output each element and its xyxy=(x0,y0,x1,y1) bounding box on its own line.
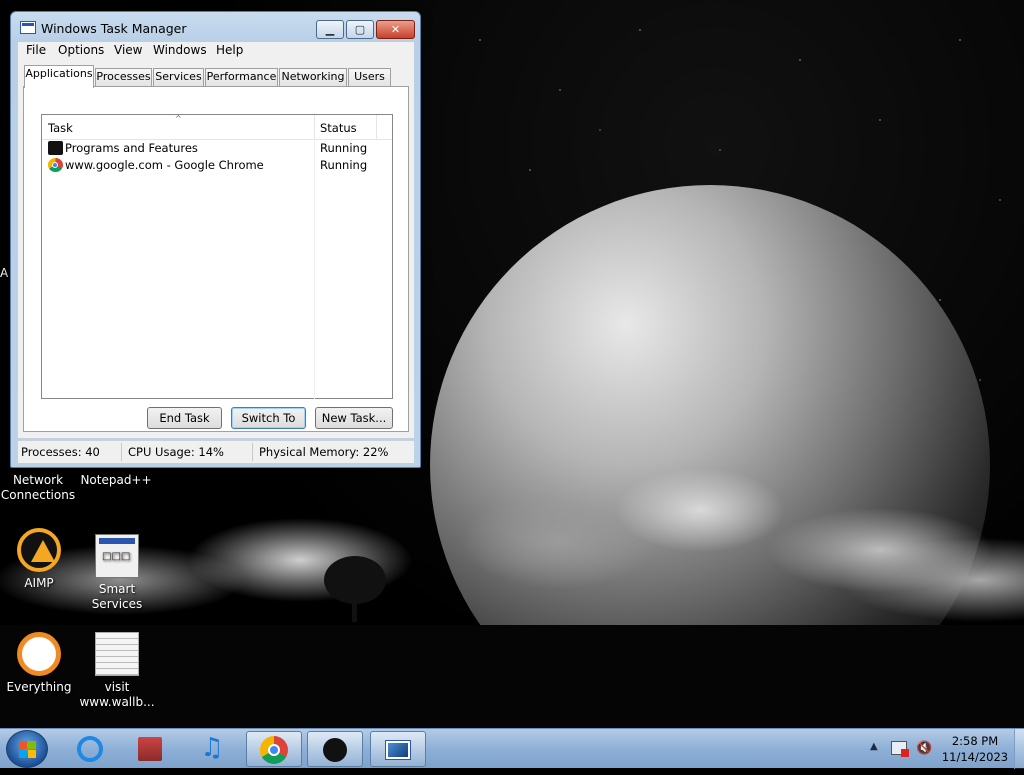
maximize-button[interactable]: ▢ xyxy=(346,20,374,39)
desktop-icon-network-connections[interactable]: Network Connections xyxy=(0,473,76,503)
end-task-button[interactable]: End Task xyxy=(147,407,222,429)
system-clock[interactable]: 2:58 PM 11/14/2023 xyxy=(940,733,1010,765)
desktop-icon-label: Notepad++ xyxy=(80,473,152,487)
desktop-icon-everything[interactable]: Everything xyxy=(1,632,77,695)
task-status: Running xyxy=(320,158,368,172)
column-separator xyxy=(314,139,315,399)
desktop-icon-label: visit www.wallb... xyxy=(79,680,155,709)
desktop-icon-label: Everything xyxy=(6,680,72,694)
status-bar: Processes: 40 CPU Usage: 14% Physical Me… xyxy=(18,440,414,463)
desktop-icon-label: AIMP xyxy=(24,576,54,590)
taskbar: ♫ ▲ 🔇 2:58 PM 11/14/2023 xyxy=(0,728,1024,769)
taskbar-programs-and-features[interactable] xyxy=(307,731,363,767)
taskbar-task-manager[interactable] xyxy=(370,731,426,767)
programs-features-icon xyxy=(323,738,347,762)
chrome-icon xyxy=(260,736,288,764)
programs-features-icon xyxy=(48,141,63,155)
taskbar-internet-explorer[interactable] xyxy=(62,731,118,767)
menu-file[interactable]: File xyxy=(26,43,46,57)
status-divider xyxy=(121,443,122,461)
column-header-status[interactable]: Status xyxy=(320,121,357,135)
menu-help[interactable]: Help xyxy=(216,43,243,57)
status-divider xyxy=(252,443,253,461)
sort-indicator-icon: ^ xyxy=(175,114,182,123)
close-button[interactable]: ✕ xyxy=(376,20,415,39)
task-name: Programs and Features xyxy=(65,141,198,155)
desktop-icon-label: Network Connections xyxy=(0,473,76,502)
chrome-icon xyxy=(48,158,63,172)
task-name: www.google.com - Google Chrome xyxy=(65,158,264,172)
column-divider[interactable] xyxy=(376,115,377,139)
task-list[interactable]: Task ^ Status Programs and Features Runn… xyxy=(41,114,393,399)
cpu-usage: CPU Usage: 14% xyxy=(128,445,224,459)
tab-processes[interactable]: Processes xyxy=(95,68,152,86)
column-divider[interactable] xyxy=(314,115,315,139)
processes-count: Processes: 40 xyxy=(21,445,100,459)
menu-options[interactable]: Options xyxy=(58,43,104,57)
task-row[interactable]: www.google.com - Google Chrome Running xyxy=(42,157,392,174)
taskbar-google-chrome[interactable] xyxy=(246,731,302,767)
desktop-icon-aimp[interactable]: AIMP xyxy=(1,528,77,591)
tab-services[interactable]: Services xyxy=(153,68,204,86)
clock-date: 11/14/2023 xyxy=(941,750,1009,764)
partial-desktop-label: A xyxy=(0,266,9,280)
tab-users[interactable]: Users xyxy=(348,68,391,86)
window-title: Windows Task Manager xyxy=(41,21,187,36)
switch-to-button[interactable]: Switch To xyxy=(231,407,306,429)
volume-muted-icon[interactable]: 🔇 xyxy=(916,741,932,756)
everything-icon xyxy=(17,632,61,676)
clock-time: 2:58 PM xyxy=(951,734,999,748)
minimize-button[interactable]: ▁ xyxy=(316,20,344,39)
desktop-icon-smart-services[interactable]: Smart Services xyxy=(79,534,155,612)
task-manager-window: Windows Task Manager ▁ ▢ ✕ File Options … xyxy=(10,11,421,468)
tab-performance[interactable]: Performance xyxy=(205,68,278,86)
desktop-icon-visit-wallb[interactable]: visit www.wallb... xyxy=(79,632,155,710)
task-manager-panel: Applications Processes Services Performa… xyxy=(18,61,414,438)
ie-icon xyxy=(77,736,103,762)
taskbar-itunes[interactable]: ♫ xyxy=(184,731,240,767)
physical-memory: Physical Memory: 22% xyxy=(259,445,389,459)
column-header-task[interactable]: Task xyxy=(48,121,73,135)
aimp-icon xyxy=(17,528,61,572)
title-bar[interactable]: Windows Task Manager ▁ ▢ ✕ xyxy=(11,12,420,42)
applications-tab-page: Task ^ Status Programs and Features Runn… xyxy=(23,86,409,432)
text-document-icon xyxy=(95,632,139,676)
tab-applications[interactable]: Applications xyxy=(24,65,94,88)
menu-view[interactable]: View xyxy=(114,43,142,57)
task-status: Running xyxy=(320,141,368,155)
music-note-icon: ♫ xyxy=(200,733,224,763)
menu-windows[interactable]: Windows xyxy=(153,43,207,57)
task-manager-icon xyxy=(20,21,36,34)
new-task-button[interactable]: New Task... xyxy=(315,407,393,429)
task-row[interactable]: Programs and Features Running xyxy=(42,140,392,157)
taskbar-winrar[interactable] xyxy=(122,731,178,767)
archive-icon xyxy=(138,737,162,761)
task-manager-icon xyxy=(385,740,411,760)
menu-bar: File Options View Windows Help xyxy=(18,42,414,61)
show-hidden-icons-icon[interactable]: ▲ xyxy=(870,741,878,752)
desktop-icon-label: Smart Services xyxy=(91,582,143,611)
smart-services-icon xyxy=(95,534,139,578)
start-button[interactable] xyxy=(6,730,48,768)
desktop-icon-notepad-plus[interactable]: Notepad++ xyxy=(78,473,154,488)
network-status-icon[interactable] xyxy=(891,741,909,757)
show-desktop-button[interactable] xyxy=(1014,729,1024,769)
tab-networking[interactable]: Networking xyxy=(279,68,347,86)
tree-silhouette xyxy=(324,556,386,622)
task-list-header: Task ^ Status xyxy=(42,114,392,140)
